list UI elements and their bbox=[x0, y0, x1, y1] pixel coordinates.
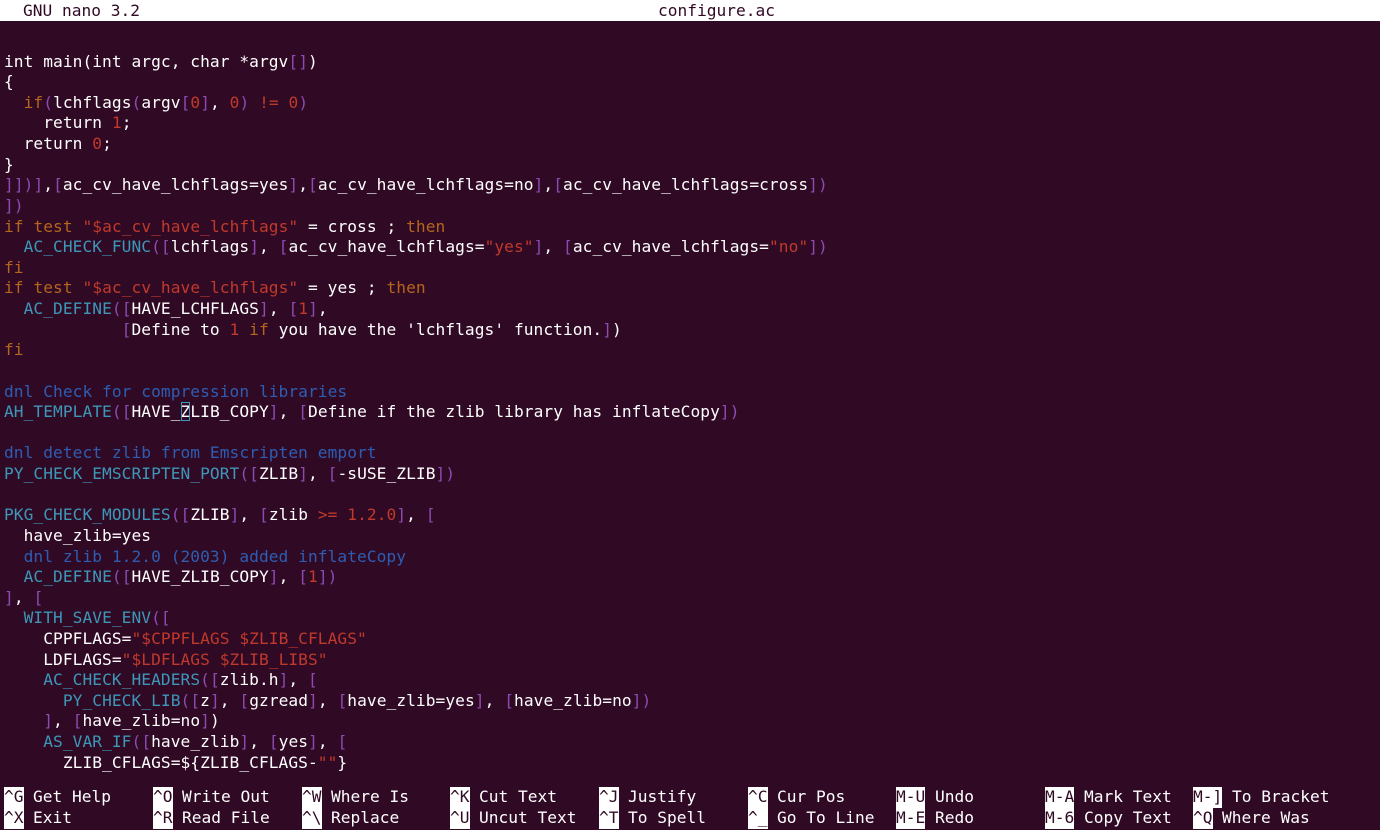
editor-line[interactable]: LDFLAGS="$LDFLAGS $ZLIB_LIBS" bbox=[4, 650, 328, 671]
editor-line[interactable]: PY_CHECK_LIB([z], [gzread], [have_zlib=y… bbox=[4, 691, 651, 712]
editor-line[interactable]: dnl detect zlib from Emscripten emport bbox=[4, 443, 377, 464]
editor-line[interactable]: ZLIB_CFLAGS=${ZLIB_CFLAGS-""} bbox=[4, 753, 347, 774]
editor-line[interactable]: AC_CHECK_HEADERS([zlib.h], [ bbox=[4, 670, 318, 691]
nano-version-label: GNU nano 3.2 bbox=[23, 1, 140, 20]
shortcut-key[interactable]: M-] bbox=[1193, 787, 1223, 808]
shortcut-key[interactable]: ^W bbox=[302, 787, 322, 808]
shortcut-label[interactable]: Justify bbox=[628, 787, 696, 808]
editor-line[interactable]: have_zlib=yes bbox=[4, 526, 151, 547]
text-cursor: Z bbox=[180, 402, 191, 422]
nano-terminal-window: GNU nano 3.2 configure.ac int main(int a… bbox=[0, 0, 1380, 830]
editor-line[interactable]: AC_CHECK_FUNC([lchflags], [ac_cv_have_lc… bbox=[4, 237, 828, 258]
shortcut-key[interactable]: M-U bbox=[896, 787, 926, 808]
editor-line[interactable]: AH_TEMPLATE([HAVE_ZLIB_COPY], [Define if… bbox=[4, 402, 740, 423]
shortcut-label[interactable]: To Bracket bbox=[1232, 787, 1329, 808]
editor-line[interactable]: if test "$ac_cv_have_lchflags" = yes ; t… bbox=[4, 278, 426, 299]
nano-title-bar: GNU nano 3.2 configure.ac bbox=[0, 0, 1380, 21]
shortcut-key[interactable]: ^\ bbox=[302, 808, 322, 829]
editor-text-area[interactable]: int main(int argc, char *argv[]){ if(lch… bbox=[0, 22, 1380, 782]
shortcut-label[interactable]: Undo bbox=[935, 787, 974, 808]
editor-line[interactable]: if(lchflags(argv[0], 0) != 0) bbox=[4, 93, 308, 114]
shortcut-key[interactable]: ^K bbox=[450, 787, 470, 808]
shortcut-key[interactable]: ^C bbox=[748, 787, 768, 808]
editor-line[interactable]: return 1; bbox=[4, 113, 132, 134]
shortcut-label[interactable]: Redo bbox=[935, 808, 974, 829]
editor-line[interactable]: ], [ bbox=[4, 588, 43, 609]
shortcut-key[interactable]: ^X bbox=[4, 808, 24, 829]
editor-line[interactable]: dnl zlib 1.2.0 (2003) added inflateCopy bbox=[4, 547, 406, 568]
shortcut-key[interactable]: ^G bbox=[4, 787, 24, 808]
shortcut-label[interactable]: Read File bbox=[182, 808, 270, 829]
shortcut-label[interactable]: Cut Text bbox=[479, 787, 557, 808]
editor-line[interactable]: } bbox=[4, 155, 14, 176]
editor-line[interactable]: AC_DEFINE([HAVE_LCHFLAGS], [1], bbox=[4, 299, 328, 320]
editor-line[interactable]: AC_DEFINE([HAVE_ZLIB_COPY], [1]) bbox=[4, 567, 338, 588]
shortcut-label[interactable]: Uncut Text bbox=[479, 808, 576, 829]
shortcut-label[interactable]: Get Help bbox=[33, 787, 111, 808]
editor-line[interactable]: AS_VAR_IF([have_zlib], [yes], [ bbox=[4, 732, 347, 753]
editor-line[interactable]: int main(int argc, char *argv[]) bbox=[4, 52, 318, 73]
editor-line[interactable]: ], [have_zlib=no]) bbox=[4, 711, 220, 732]
shortcut-key[interactable]: ^O bbox=[153, 787, 173, 808]
shortcut-key[interactable]: ^_ bbox=[748, 808, 768, 829]
editor-line[interactable]: PKG_CHECK_MODULES([ZLIB], [zlib >= 1.2.0… bbox=[4, 505, 436, 526]
editor-line[interactable]: dnl Check for compression libraries bbox=[4, 382, 347, 403]
shortcut-label[interactable]: Exit bbox=[33, 808, 72, 829]
editor-line[interactable]: fi bbox=[4, 340, 24, 361]
shortcut-key[interactable]: ^J bbox=[599, 787, 619, 808]
shortcut-label[interactable]: Go To Line bbox=[777, 808, 874, 829]
shortcut-label[interactable]: Cur Pos bbox=[777, 787, 845, 808]
editor-line[interactable]: ]])],[ac_cv_have_lchflags=yes],[ac_cv_ha… bbox=[4, 175, 828, 196]
shortcut-key[interactable]: ^T bbox=[599, 808, 619, 829]
shortcut-label[interactable]: Where Is bbox=[331, 787, 409, 808]
editor-line[interactable]: { bbox=[4, 72, 14, 93]
editor-line[interactable]: CPPFLAGS="$CPPFLAGS $ZLIB_CFLAGS" bbox=[4, 629, 367, 650]
editor-line[interactable]: ]) bbox=[4, 196, 24, 217]
file-name-label: configure.ac bbox=[658, 1, 775, 20]
shortcut-key[interactable]: M-6 bbox=[1045, 808, 1075, 829]
shortcut-label[interactable]: Mark Text bbox=[1084, 787, 1172, 808]
editor-line[interactable]: if test "$ac_cv_have_lchflags" = cross ;… bbox=[4, 217, 445, 238]
shortcut-label[interactable]: Replace bbox=[331, 808, 399, 829]
shortcut-key[interactable]: ^R bbox=[153, 808, 173, 829]
shortcut-key[interactable]: ^U bbox=[450, 808, 470, 829]
shortcut-label[interactable]: To Spell bbox=[628, 808, 706, 829]
editor-line[interactable]: return 0; bbox=[4, 134, 112, 155]
shortcut-label[interactable]: Where Was bbox=[1222, 808, 1310, 829]
shortcut-key[interactable]: M-E bbox=[896, 808, 926, 829]
editor-line[interactable]: [Define to 1 if you have the 'lchflags' … bbox=[4, 320, 622, 341]
shortcut-label[interactable]: Write Out bbox=[182, 787, 270, 808]
shortcut-key[interactable]: M-A bbox=[1045, 787, 1075, 808]
shortcut-key[interactable]: ^Q bbox=[1193, 808, 1213, 829]
editor-line[interactable]: fi bbox=[4, 258, 24, 279]
editor-line[interactable]: WITH_SAVE_ENV([ bbox=[4, 608, 171, 629]
shortcut-label[interactable]: Copy Text bbox=[1084, 808, 1172, 829]
editor-line[interactable]: PY_CHECK_EMSCRIPTEN_PORT([ZLIB], [-sUSE_… bbox=[4, 464, 455, 485]
